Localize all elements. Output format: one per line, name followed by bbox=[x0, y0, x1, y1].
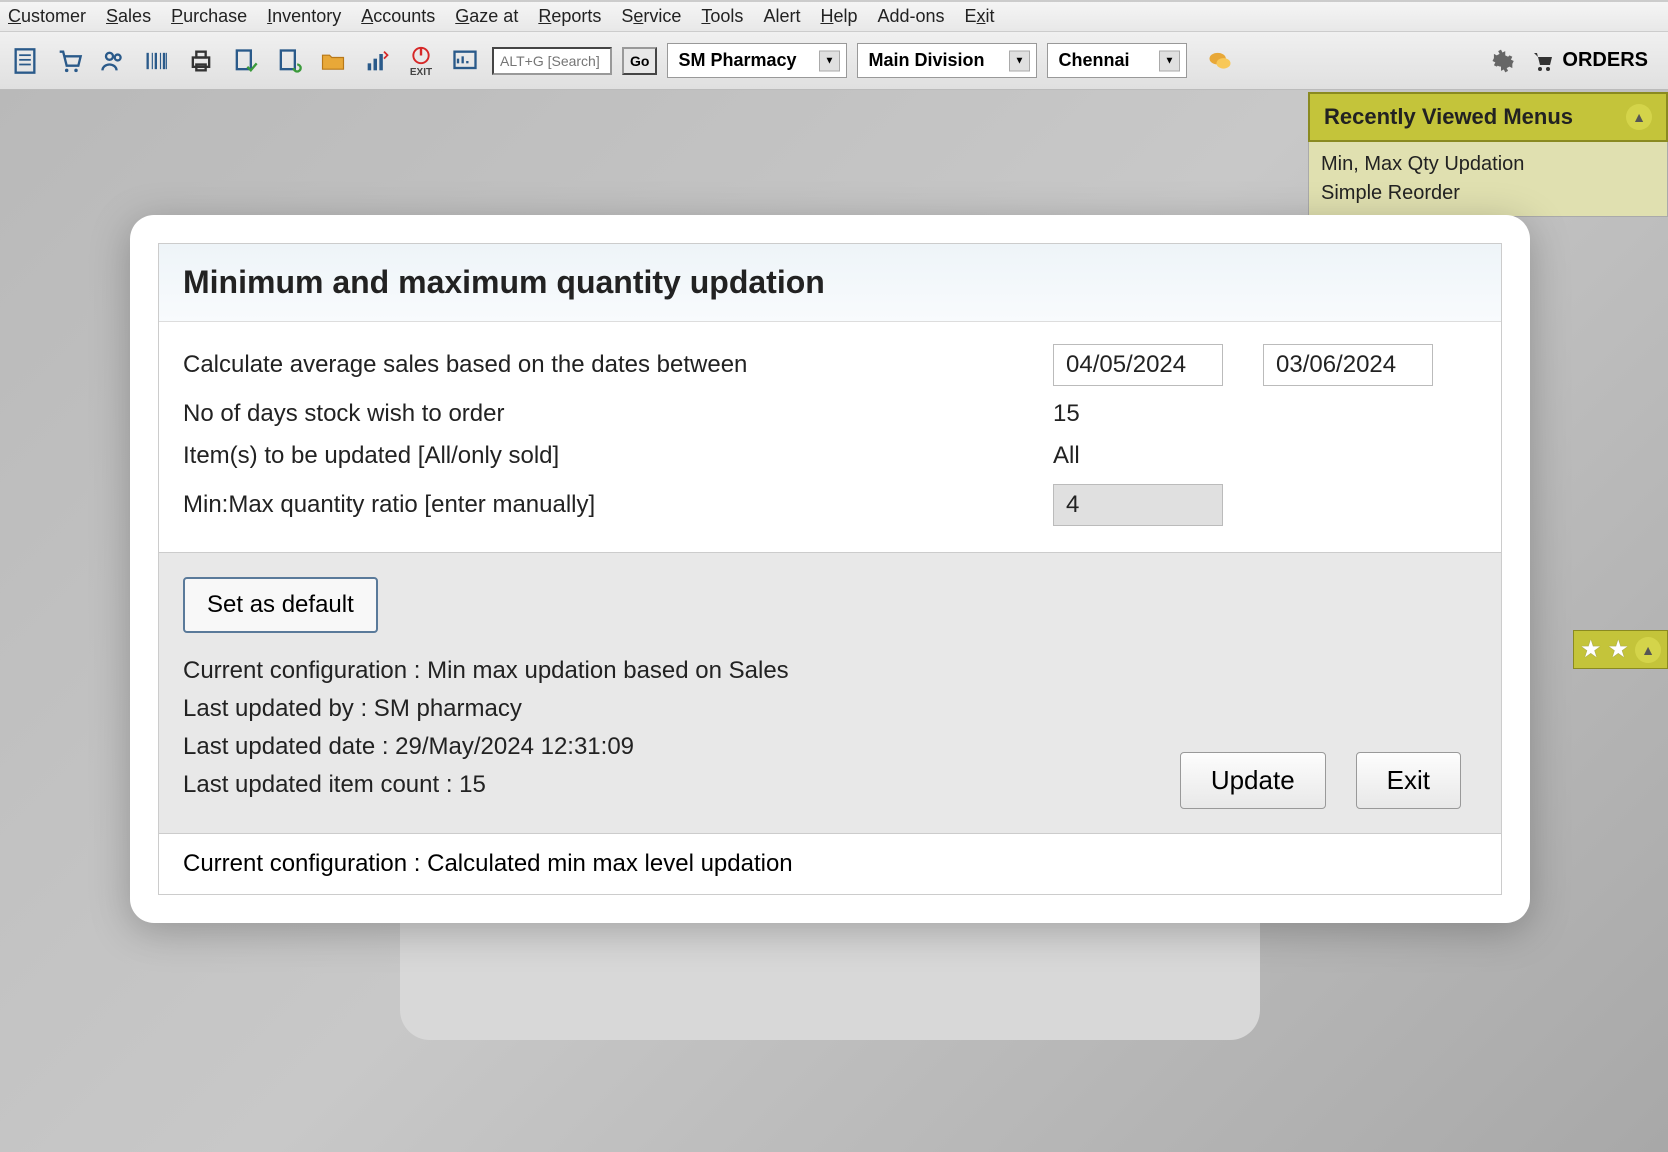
doc-refresh-icon[interactable] bbox=[272, 44, 306, 78]
update-button[interactable]: Update bbox=[1180, 752, 1326, 809]
division-combo[interactable]: Main Division bbox=[857, 43, 1037, 78]
modal-footer: Current configuration : Calculated min m… bbox=[159, 834, 1501, 894]
rvm-item[interactable]: Simple Reorder bbox=[1321, 179, 1655, 208]
location-combo[interactable]: Chennai bbox=[1047, 43, 1187, 78]
favorites-strip: ★ ★ ▲ bbox=[1573, 630, 1668, 669]
barcode-icon[interactable] bbox=[140, 44, 174, 78]
current-config-line: Current configuration : Min max updation… bbox=[183, 657, 1477, 685]
menu-accounts[interactable]: Accounts bbox=[361, 6, 435, 27]
chevron-up-icon[interactable]: ▲ bbox=[1635, 637, 1661, 663]
menubar: Customer Sales Purchase Inventory Accoun… bbox=[0, 0, 1668, 32]
toolbar: EXIT Go SM Pharmacy Main Division Chenna… bbox=[0, 32, 1668, 90]
modal-config-section: Set as default Current configuration : M… bbox=[159, 552, 1501, 834]
go-button[interactable]: Go bbox=[622, 47, 657, 75]
last-updated-by-line: Last updated by : SM pharmacy bbox=[183, 695, 1477, 723]
chart-icon[interactable] bbox=[360, 44, 394, 78]
orders-button[interactable]: ORDERS bbox=[1528, 49, 1648, 73]
set-default-button[interactable]: Set as default bbox=[183, 577, 378, 633]
star-icon[interactable]: ★ bbox=[1580, 635, 1602, 664]
items-updated-label: Item(s) to be updated [All/only sold] bbox=[183, 442, 1053, 470]
menu-gazeat[interactable]: Gaze at bbox=[455, 6, 518, 27]
menu-alert[interactable]: Alert bbox=[763, 6, 800, 27]
recently-viewed-title: Recently Viewed Menus bbox=[1324, 104, 1573, 130]
minmax-modal: Minimum and maximum quantity updation Ca… bbox=[130, 215, 1530, 923]
print-icon[interactable] bbox=[184, 44, 218, 78]
modal-title: Minimum and maximum quantity updation bbox=[159, 244, 1501, 322]
days-stock-label: No of days stock wish to order bbox=[183, 400, 1053, 428]
recently-viewed-header[interactable]: Recently Viewed Menus ▲ bbox=[1308, 92, 1668, 142]
menu-customer[interactable]: Customer bbox=[8, 6, 86, 27]
days-stock-value[interactable]: 15 bbox=[1053, 400, 1080, 428]
folder-icon[interactable] bbox=[316, 44, 350, 78]
right-sidebar: Recently Viewed Menus ▲ Min, Max Qty Upd… bbox=[1308, 92, 1668, 217]
minmax-ratio-input[interactable]: 4 bbox=[1053, 484, 1223, 526]
date-from-input[interactable]: 04/05/2024 bbox=[1053, 344, 1223, 386]
items-updated-value[interactable]: All bbox=[1053, 442, 1080, 470]
cart-icon[interactable] bbox=[52, 44, 86, 78]
menu-purchase[interactable]: Purchase bbox=[171, 6, 247, 27]
modal-body: Calculate average sales based on the dat… bbox=[159, 322, 1501, 552]
doc-check-icon[interactable] bbox=[228, 44, 262, 78]
pharmacy-combo[interactable]: SM Pharmacy bbox=[667, 43, 847, 78]
menu-inventory[interactable]: Inventory bbox=[267, 6, 341, 27]
minmax-ratio-label: Min:Max quantity ratio [enter manually] bbox=[183, 491, 1053, 519]
search-input[interactable] bbox=[492, 47, 612, 75]
rvm-item[interactable]: Min, Max Qty Updation bbox=[1321, 150, 1655, 179]
dashboard-icon[interactable] bbox=[448, 44, 482, 78]
calc-dates-label: Calculate average sales based on the dat… bbox=[183, 351, 1053, 379]
menu-tools[interactable]: Tools bbox=[701, 6, 743, 27]
date-to-input[interactable]: 03/06/2024 bbox=[1263, 344, 1433, 386]
menu-sales[interactable]: Sales bbox=[106, 6, 151, 27]
orders-label: ORDERS bbox=[1562, 49, 1648, 72]
exit-icon[interactable]: EXIT bbox=[404, 44, 438, 78]
exit-button[interactable]: Exit bbox=[1356, 752, 1461, 809]
menu-addons[interactable]: Add-ons bbox=[877, 6, 944, 27]
chevron-up-icon[interactable]: ▲ bbox=[1626, 104, 1652, 130]
exit-label: EXIT bbox=[410, 67, 432, 78]
users-icon[interactable] bbox=[96, 44, 130, 78]
gear-icon[interactable] bbox=[1484, 44, 1518, 78]
receipt-icon[interactable] bbox=[8, 44, 42, 78]
menu-reports[interactable]: Reports bbox=[538, 6, 601, 27]
menu-service[interactable]: Service bbox=[621, 6, 681, 27]
recently-viewed-body: Min, Max Qty Updation Simple Reorder bbox=[1308, 142, 1668, 217]
menu-help[interactable]: Help bbox=[820, 6, 857, 27]
chat-icon[interactable] bbox=[1203, 44, 1237, 78]
star-icon[interactable]: ★ bbox=[1607, 635, 1629, 664]
menu-exit[interactable]: Exit bbox=[965, 6, 995, 27]
